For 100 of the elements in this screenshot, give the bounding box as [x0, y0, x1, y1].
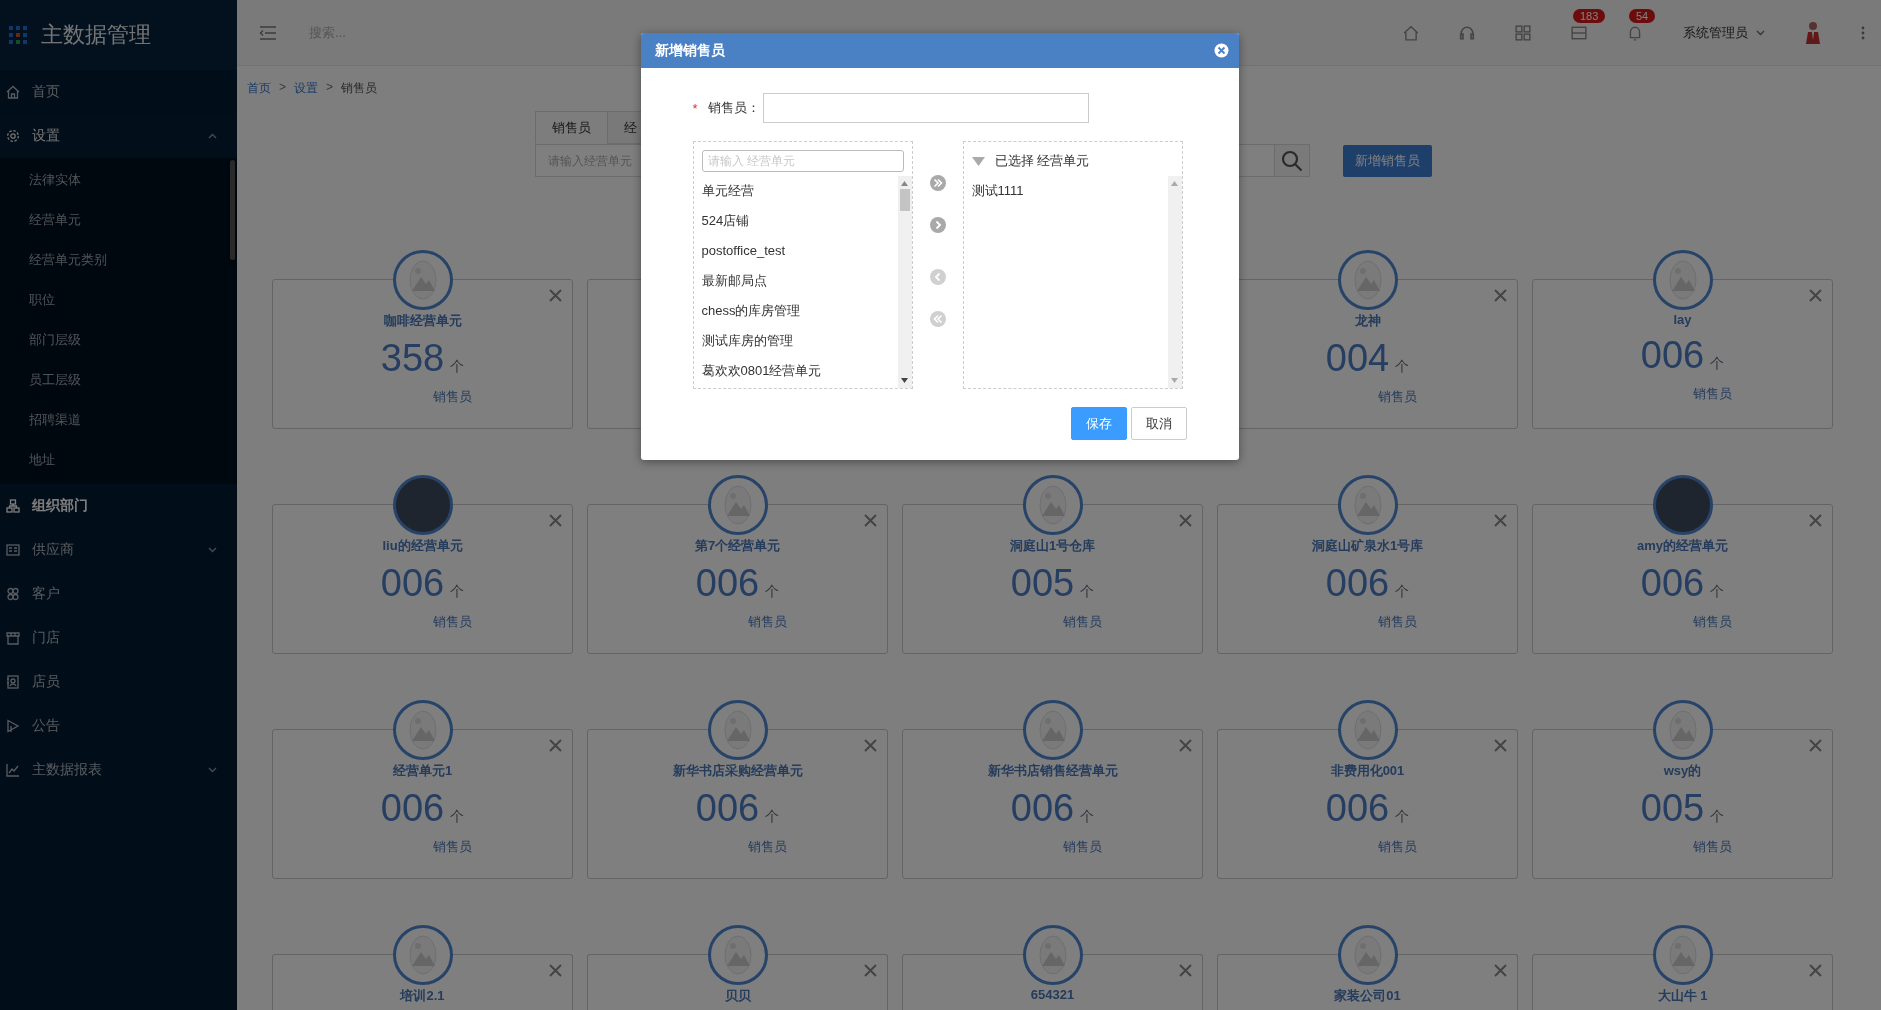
close-icon[interactable] — [1809, 739, 1822, 752]
unit-name: 咖啡经营单元 — [383, 312, 462, 330]
breadcrumb-item[interactable]: 首页 — [247, 80, 271, 97]
salesperson-count: 006 — [380, 786, 445, 830]
tab[interactable]: 销售员 — [535, 111, 608, 144]
salesperson-input[interactable] — [762, 93, 1089, 123]
close-icon[interactable] — [1213, 43, 1229, 58]
list-item[interactable]: 单元经营 — [701, 176, 898, 206]
submenu-item[interactable]: 招聘渠道 — [0, 400, 237, 440]
triangle-icon[interactable] — [971, 156, 985, 166]
salesperson-count: 006 — [380, 561, 445, 605]
scrollbar[interactable] — [1167, 176, 1182, 388]
search-button[interactable] — [1275, 144, 1310, 177]
unit-name: 洞庭山矿泉水1号库 — [1311, 537, 1424, 555]
count-unit: 个 — [450, 808, 465, 826]
sidebar-item[interactable]: 供应商 — [0, 528, 237, 572]
add-salesperson-button[interactable]: 新增销售员 — [1343, 144, 1432, 177]
cancel-button[interactable]: 取消 — [1130, 407, 1187, 440]
unit-name: 洞庭山1号仓库 — [1009, 537, 1096, 555]
submenu-item[interactable]: 部门层级 — [0, 320, 237, 360]
scrollbar-thumb[interactable] — [899, 189, 910, 211]
list-item[interactable]: 最新邮局点 — [701, 266, 898, 296]
salesperson-count: 006 — [1640, 333, 1705, 377]
save-button[interactable]: 保存 — [1070, 407, 1127, 440]
scrollbar[interactable] — [897, 176, 912, 388]
submenu-item[interactable]: 员工层级 — [0, 360, 237, 400]
scroll-down-icon[interactable] — [901, 378, 908, 383]
scroll-up-icon[interactable] — [901, 181, 908, 186]
dialog-title: 新增销售员 — [654, 41, 725, 60]
bell-icon[interactable] — [1627, 24, 1643, 41]
count-label: 销售员 — [1693, 613, 1732, 631]
list-item[interactable]: 葛欢欢0801经营单元 — [701, 356, 898, 386]
grid-dots-icon — [9, 26, 27, 44]
close-icon[interactable] — [1494, 739, 1507, 752]
chart-icon — [6, 763, 20, 777]
count-unit: 个 — [1395, 358, 1410, 376]
list-item[interactable]: 524店铺 — [701, 206, 898, 236]
field-label: 销售员： — [707, 99, 760, 117]
count-label: 销售员 — [748, 613, 787, 631]
unit-name: 家装公司01 — [1334, 987, 1401, 1005]
count-unit: 个 — [1710, 808, 1725, 826]
breadcrumb-item[interactable]: 设置 — [294, 80, 318, 97]
sidebar-item[interactable]: 客户 — [0, 572, 237, 616]
list-item[interactable]: postoffice_test — [701, 236, 898, 266]
sidebar-item[interactable]: 公告 — [0, 704, 237, 748]
submenu-item[interactable]: 职位 — [0, 280, 237, 320]
scroll-up-icon[interactable] — [1171, 181, 1178, 186]
close-icon[interactable] — [1494, 964, 1507, 977]
close-icon[interactable] — [1179, 739, 1192, 752]
close-icon[interactable] — [1494, 289, 1507, 302]
unit-name: 新华书店采购经营单元 — [672, 762, 803, 780]
close-icon[interactable] — [864, 964, 877, 977]
chevron-icon — [208, 767, 217, 773]
close-icon[interactable] — [1809, 514, 1822, 527]
submenu-item[interactable]: 地址 — [0, 440, 237, 480]
menu-icon[interactable] — [259, 25, 277, 40]
sidebar-item[interactable]: 首页 — [0, 70, 237, 114]
more-icon[interactable] — [1861, 25, 1865, 40]
list-title: 已选择 经营单元 — [994, 152, 1090, 170]
salesperson-count: 006 — [1010, 786, 1075, 830]
unit-name: 经营单元1 — [392, 762, 453, 780]
count-label: 销售员 — [1378, 388, 1417, 406]
close-icon[interactable] — [549, 289, 562, 302]
salesperson-count: 358 — [380, 336, 445, 380]
close-icon[interactable] — [549, 514, 562, 527]
close-icon[interactable] — [864, 739, 877, 752]
sidebar-item[interactable]: 组织部门 — [0, 484, 237, 528]
count-unit: 个 — [1080, 583, 1095, 601]
sidebar-item[interactable]: 店员 — [0, 660, 237, 704]
close-icon[interactable] — [1179, 514, 1192, 527]
grid-icon[interactable] — [1515, 24, 1531, 41]
salesperson-count: 006 — [1325, 561, 1390, 605]
user-name[interactable]: 系统管理员 — [1683, 23, 1748, 42]
sidebar-item[interactable]: 主数据报表 — [0, 748, 237, 792]
user-avatar-icon[interactable] — [1805, 20, 1821, 45]
count-unit: 个 — [450, 358, 465, 376]
chevron-icon — [208, 133, 217, 139]
list-item[interactable]: chess的库房管理 — [701, 296, 898, 326]
sidebar-item[interactable]: 门店 — [0, 616, 237, 660]
headset-icon[interactable] — [1459, 24, 1475, 41]
salesperson-count: 004 — [1325, 336, 1390, 380]
count-unit: 个 — [1395, 808, 1410, 826]
count-badge: 183 — [1573, 8, 1606, 23]
close-icon[interactable] — [549, 964, 562, 977]
close-icon[interactable] — [1494, 514, 1507, 527]
home-icon[interactable] — [1403, 24, 1419, 41]
unit-name: amy的经营单元 — [1637, 537, 1728, 555]
scrollbar-thumb[interactable] — [230, 160, 235, 260]
list-item[interactable]: 测试库房的管理 — [701, 326, 898, 356]
list-item[interactable]: 测试1111 — [971, 176, 1168, 206]
close-icon[interactable] — [1809, 289, 1822, 302]
count-label: 销售员 — [1378, 613, 1417, 631]
close-icon[interactable] — [864, 514, 877, 527]
home-icon — [6, 85, 20, 99]
close-icon[interactable] — [1809, 964, 1822, 977]
breadcrumb-separator: > — [279, 80, 286, 96]
close-icon[interactable] — [1179, 964, 1192, 977]
gear-icon — [6, 129, 20, 143]
close-icon[interactable] — [549, 739, 562, 752]
people-icon — [6, 587, 20, 601]
